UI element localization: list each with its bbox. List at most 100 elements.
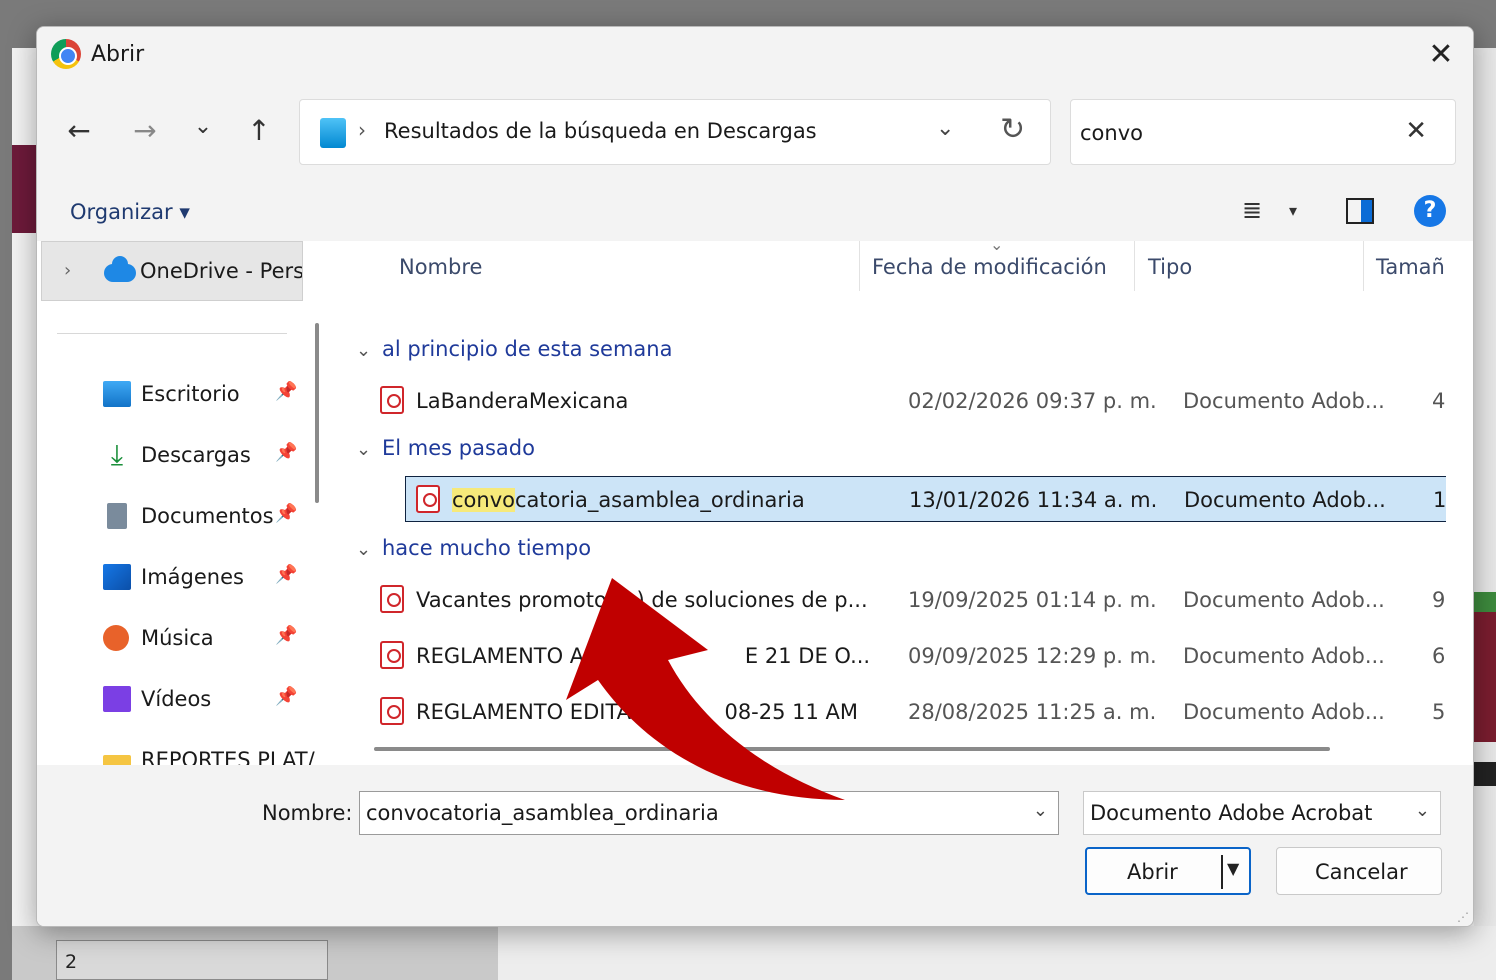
address-bar[interactable]: › Resultados de la búsqueda en Descargas… <box>299 99 1051 165</box>
file-name-rest: catoria_asamblea_ordinaria <box>514 488 805 512</box>
sidebar-item-imagenes[interactable]: Imágenes 📌 <box>37 550 303 606</box>
address-dropdown-icon[interactable]: ⌄ <box>936 116 954 141</box>
open-button[interactable]: Abrir ▼ <box>1085 847 1251 895</box>
file-date: 13/01/2026 11:34 a. m. <box>909 488 1158 512</box>
sidebar-item-documentos[interactable]: Documentos 📌 <box>37 489 303 545</box>
pin-icon[interactable]: 📌 <box>275 625 297 646</box>
pin-icon[interactable]: 📌 <box>275 503 297 524</box>
command-bar: Organizar ▾ ≣ ▾ ? <box>37 181 1473 241</box>
group-header-this-week[interactable]: ⌄ al principio de esta semana <box>356 337 672 361</box>
pdf-file-icon <box>380 641 404 669</box>
sidebar-item-musica[interactable]: Música 📌 <box>37 611 303 667</box>
organize-button[interactable]: Organizar ▾ <box>70 200 190 224</box>
search-input[interactable]: convo ✕ <box>1070 99 1456 165</box>
navigation-bar: ← → ⌄ ↑ › Resultados de la búsqueda en D… <box>37 83 1473 181</box>
collapse-chevron-icon[interactable]: ⌄ <box>356 340 382 361</box>
search-input-value[interactable]: convo <box>1080 121 1143 145</box>
sidebar-item-onedrive[interactable]: › OneDrive - Persc <box>41 241 303 301</box>
sidebar-item-label: Música <box>141 626 214 650</box>
file-size: 9 <box>1432 588 1446 612</box>
videos-icon <box>103 686 131 712</box>
column-header-name[interactable]: Nombre <box>399 255 482 279</box>
sidebar-divider <box>57 333 287 334</box>
refresh-icon[interactable]: ↻ <box>1000 112 1025 147</box>
file-row-selected[interactable]: convocatoria_asamblea_ordinaria 13/01/20… <box>405 476 1446 522</box>
column-divider[interactable] <box>1363 241 1364 291</box>
column-header-date[interactable]: Fecha de modificación <box>872 255 1107 279</box>
file-name-label: Nombre: <box>262 801 353 825</box>
back-icon[interactable]: ← <box>59 111 99 151</box>
navigation-pane: › OneDrive - Persc Escritorio 📌 ⤓ Descar… <box>37 241 333 765</box>
pin-icon[interactable]: 📌 <box>275 686 297 707</box>
file-size: 6 <box>1432 644 1446 668</box>
pictures-icon <box>103 564 131 590</box>
background-dark-bar <box>1474 762 1496 786</box>
recent-locations-icon[interactable]: ⌄ <box>183 107 223 147</box>
background-right-strip <box>1474 48 1496 928</box>
sidebar-item-escritorio[interactable]: Escritorio 📌 <box>37 367 303 423</box>
file-name-input[interactable]: convocatoria_asamblea_ordinaria ⌄ <box>359 791 1059 835</box>
pin-icon[interactable]: 📌 <box>275 564 297 585</box>
desktop-icon <box>103 381 131 407</box>
open-options-dropdown-icon[interactable]: ▼ <box>1227 859 1239 878</box>
breadcrumb-separator-icon: › <box>358 118 366 142</box>
resize-grip-icon[interactable]: ⋰ <box>1457 910 1469 924</box>
file-type-select[interactable]: Documento Adobe Acrobat ⌄ <box>1083 791 1441 835</box>
group-header-last-month[interactable]: ⌄ El mes pasado <box>356 436 535 460</box>
close-button[interactable]: ✕ <box>1421 35 1461 75</box>
file-date: 28/08/2025 11:25 a. m. <box>908 700 1157 724</box>
file-type: Documento Adob... <box>1184 488 1386 512</box>
search-match-highlight: convo <box>452 488 515 512</box>
sidebar-item-label: Imágenes <box>141 565 244 589</box>
file-date: 02/02/2026 09:37 p. m. <box>908 389 1157 413</box>
column-divider[interactable] <box>1134 241 1135 291</box>
file-row[interactable]: LaBanderaMexicana 02/02/2026 09:37 p. m.… <box>370 378 1446 424</box>
file-name: LaBanderaMexicana <box>416 389 629 413</box>
group-header-long-ago[interactable]: ⌄ hace mucho tiempo <box>356 536 591 560</box>
sidebar-item-reportes[interactable]: REPORTES PLAT/ <box>37 733 315 765</box>
cancel-button-label: Cancelar <box>1315 860 1408 884</box>
help-icon[interactable]: ? <box>1414 195 1446 227</box>
pin-icon[interactable]: 📌 <box>275 381 297 402</box>
sidebar-item-videos[interactable]: Vídeos 📌 <box>37 672 303 728</box>
collapse-chevron-icon[interactable]: ⌄ <box>356 439 382 460</box>
cancel-button[interactable]: Cancelar <box>1276 847 1442 895</box>
pdf-file-icon <box>416 485 440 513</box>
file-name-value[interactable]: convocatoria_asamblea_ordinaria <box>366 801 719 825</box>
open-file-dialog: Abrir ✕ ← → ⌄ ↑ › Resultados de la búsqu… <box>36 26 1474 927</box>
column-header-size[interactable]: Tamañ <box>1376 255 1445 279</box>
view-dropdown-icon[interactable]: ▾ <box>1289 201 1297 220</box>
up-icon[interactable]: ↑ <box>239 111 279 151</box>
horizontal-scrollbar[interactable] <box>374 747 1330 751</box>
view-list-icon[interactable]: ≣ <box>1242 196 1262 224</box>
file-size: 1 <box>1433 488 1446 512</box>
file-row[interactable]: REGLAMENTO APR E 21 DE O... 09/09/2025 1… <box>370 633 1446 679</box>
file-row[interactable]: Vacantes promotor(a) de soluciones de p.… <box>370 577 1446 623</box>
expand-chevron-icon[interactable]: › <box>64 260 71 281</box>
chevron-down-icon[interactable]: ⌄ <box>1033 800 1048 821</box>
sidebar-item-label: Descargas <box>141 443 251 467</box>
clear-search-icon[interactable]: ✕ <box>1405 116 1427 146</box>
sidebar-item-descargas[interactable]: ⤓ Descargas 📌 <box>37 428 303 484</box>
sidebar-scrollbar[interactable] <box>315 323 319 503</box>
preview-pane-icon[interactable] <box>1346 198 1374 224</box>
file-row[interactable]: REGLAMENTO EDITA 08-25 11 AM 28/08/2025 … <box>370 689 1446 735</box>
file-type-value[interactable]: Documento Adobe Acrobat <box>1090 801 1372 825</box>
file-date: 19/09/2025 01:14 p. m. <box>908 588 1157 612</box>
folder-icon <box>103 755 131 765</box>
background-input-field[interactable]: 2 <box>56 940 328 980</box>
breadcrumb[interactable]: Resultados de la búsqueda en Descargas <box>384 119 817 143</box>
file-date: 09/09/2025 12:29 p. m. <box>908 644 1157 668</box>
chevron-down-icon[interactable]: ⌄ <box>1415 800 1430 821</box>
forward-icon[interactable]: → <box>125 111 165 151</box>
background-bottom-right <box>498 926 1496 980</box>
collapse-chevron-icon[interactable]: ⌄ <box>356 539 382 560</box>
pin-icon[interactable]: 📌 <box>275 442 297 463</box>
column-header-type[interactable]: Tipo <box>1148 255 1192 279</box>
file-type: Documento Adob... <box>1183 700 1385 724</box>
chrome-icon <box>51 39 81 69</box>
file-name: REGLAMENTO EDITA 08-25 11 AM <box>416 700 859 724</box>
background-thumbnail <box>1474 592 1496 742</box>
column-divider[interactable] <box>859 241 860 291</box>
sidebar-item-label: Escritorio <box>141 382 240 406</box>
